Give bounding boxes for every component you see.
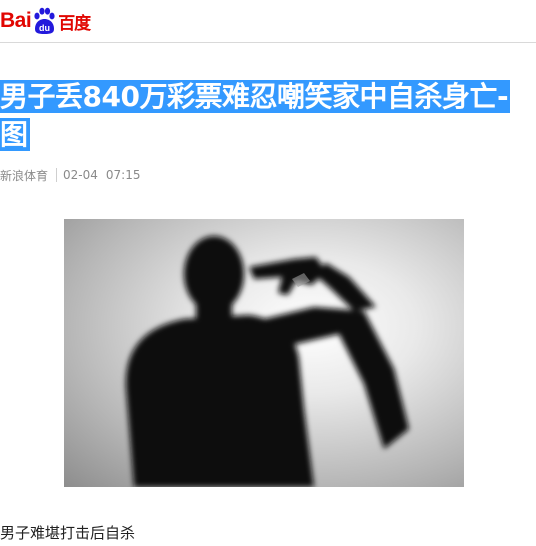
article-date: 02-04 <box>63 168 98 182</box>
article-meta: 新浪体育 02-04 07:15 <box>0 166 140 184</box>
article-title-text: 男子丢840万彩票难忍嘲笑家中自杀身亡-图 <box>0 80 511 151</box>
baidu-logo[interactable]: Bai du 百度 <box>0 4 91 38</box>
article-image <box>64 219 464 487</box>
article-title: 男子丢840万彩票难忍嘲笑家中自杀身亡-图 <box>0 78 536 154</box>
article-time: 07:15 <box>105 168 141 182</box>
logo-text-latin: Bai <box>0 9 32 32</box>
image-caption: 男子难堪打击后自杀 <box>0 524 136 542</box>
paw-text: du <box>39 23 50 33</box>
silhouette-illustration <box>125 236 409 487</box>
article-source[interactable]: 新浪体育 <box>0 167 48 184</box>
meta-divider <box>56 168 58 182</box>
logo-text-chinese: 百度 <box>58 13 91 34</box>
header-bar: Bai du 百度 <box>0 0 536 43</box>
paw-icon: du <box>32 7 56 35</box>
